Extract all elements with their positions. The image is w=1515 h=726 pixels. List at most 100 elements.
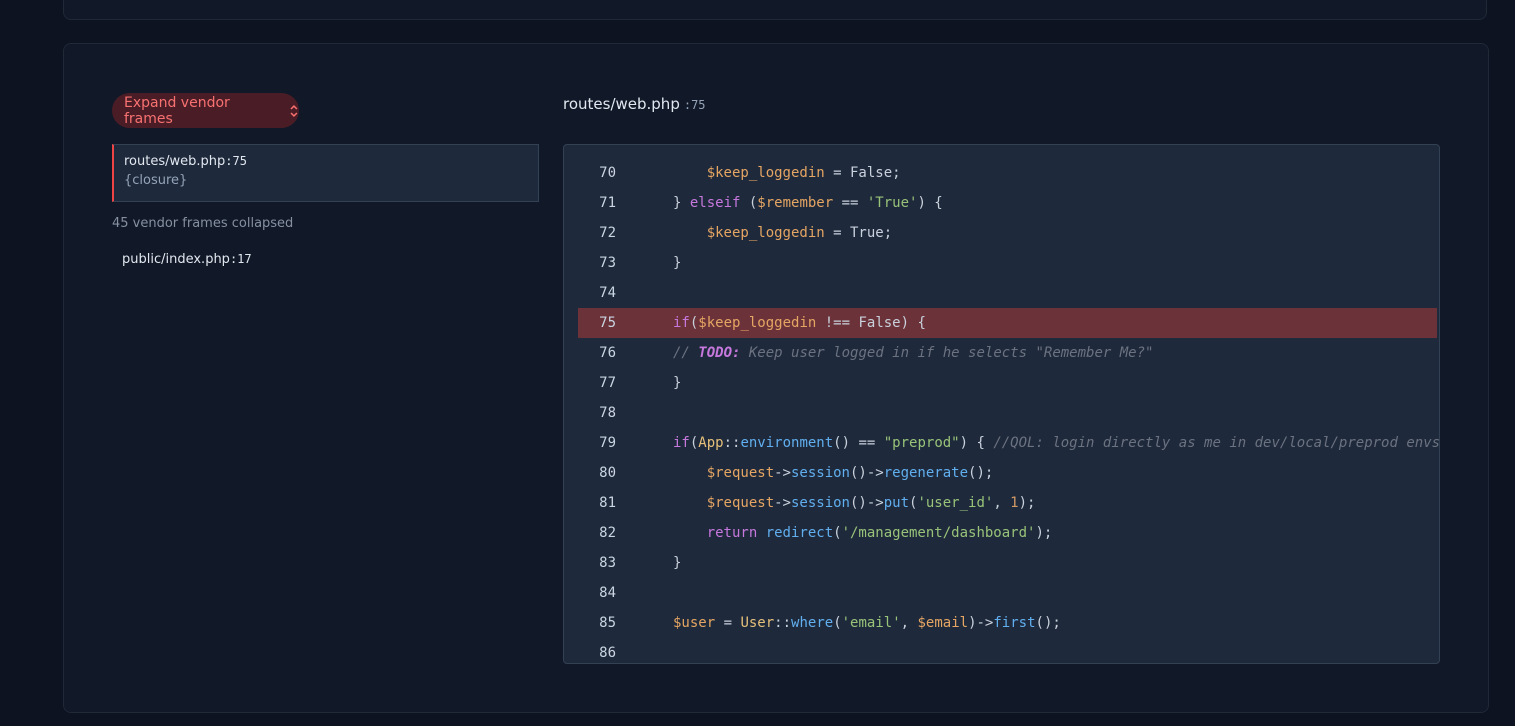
line-number: 86 — [599, 645, 616, 661]
line-source: if(App::environment() == "preprod") { //… — [673, 428, 1440, 458]
line-number: 79 — [599, 435, 616, 451]
code-token: $request — [706, 495, 775, 511]
code-token: elseif — [689, 195, 741, 211]
code-token: = True; — [824, 225, 893, 241]
code-line: 70 $keep_loggedin = False; — [578, 158, 1437, 188]
code-token: = False; — [824, 165, 901, 181]
code-token: $user — [673, 615, 716, 631]
line-source: // TODO: Keep user logged in if he selec… — [673, 338, 1153, 368]
code-token: ); — [1035, 525, 1053, 541]
line-source: if($keep_loggedin !== False) { — [673, 308, 926, 338]
expand-vendor-frames-label: Expand vendor frames — [124, 94, 230, 127]
code-token: $email — [917, 615, 969, 631]
code-line: 82 return redirect('/management/dashboard… — [578, 518, 1437, 548]
code-token: (); — [1035, 615, 1061, 631]
line-source: $keep_loggedin = True; — [707, 218, 892, 248]
code-token: Keep user logged in if he selects "Remem… — [740, 345, 1154, 361]
code-token: 'user_id' — [917, 495, 994, 511]
stack-frame-function: {closure} — [124, 173, 188, 188]
line-number: 84 — [599, 585, 616, 601]
code-token: regenerate — [883, 465, 969, 481]
code-token: first — [993, 615, 1036, 631]
line-number: 83 — [599, 555, 616, 571]
code-view-title: routes/web.php:75 — [563, 95, 706, 113]
code-line: 76 // TODO: Keep user logged in if he sel… — [578, 338, 1437, 368]
line-number: 72 — [599, 225, 616, 241]
code-line: 78 — [578, 398, 1437, 428]
code-token: -> — [774, 495, 791, 511]
line-number: 71 — [599, 195, 616, 211]
code-line: 72 $keep_loggedin = True; — [578, 218, 1437, 248]
line-source: $request->session()->put('user_id', 1); — [707, 488, 1036, 518]
code-token: , — [900, 615, 918, 631]
code-line: 84 — [578, 578, 1437, 608]
stack-frame-file: public/index.php — [122, 252, 230, 267]
stack-frame-file: routes/web.php — [124, 154, 226, 169]
code-token: ) { — [959, 435, 994, 451]
stack-frame-line: :17 — [229, 252, 252, 266]
code-token: "preprod" — [883, 435, 960, 451]
code-token: //QOL: login directly as me in dev/local… — [993, 435, 1440, 451]
code-line: 71 } elseif ($remember == 'True') { — [578, 188, 1437, 218]
line-source: $keep_loggedin = False; — [707, 158, 901, 188]
code-token: ()-> — [850, 495, 884, 511]
code-token: session — [790, 465, 850, 481]
line-number: 74 — [599, 285, 616, 301]
line-number: 75 — [599, 315, 616, 331]
code-snippet: 70 $keep_loggedin = False; 71} elseif ($re… — [563, 144, 1440, 664]
stack-frame-active[interactable]: routes/web.php:75 {closure} — [112, 144, 539, 202]
expand-vendor-frames-button[interactable]: Expand vendor frames — [112, 93, 299, 128]
code-token: ()-> — [850, 465, 884, 481]
code-token: '/management/dashboard' — [841, 525, 1036, 541]
code-token: ( — [833, 525, 842, 541]
line-source: } — [673, 248, 681, 278]
code-line: 85 $user = User::where('email', $email)->… — [578, 608, 1437, 638]
line-source: } elseif ($remember == 'True') { — [673, 188, 943, 218]
stack-frame-line: :75 — [225, 154, 247, 168]
code-token: )-> — [968, 615, 994, 631]
code-line: 79 if(App::environment() == "preprod") { … — [578, 428, 1440, 458]
code-token: environment — [740, 435, 834, 451]
code-token: where — [791, 615, 834, 631]
code-token: redirect — [765, 525, 834, 541]
stack-frame-location: routes/web.php:75 — [124, 154, 538, 169]
line-number: 70 — [599, 165, 616, 181]
code-token: :: — [723, 435, 741, 451]
code-token: return — [706, 525, 758, 541]
line-number: 82 — [599, 525, 616, 541]
code-token: $remember — [757, 195, 834, 211]
code-token: ) { — [917, 195, 943, 211]
code-token: TODO: — [698, 345, 741, 361]
line-number: 81 — [599, 495, 616, 511]
line-number: 80 — [599, 465, 616, 481]
code-token: if — [673, 435, 690, 451]
code-line: 73} — [578, 248, 1437, 278]
code-view-file: routes/web.php — [563, 95, 680, 113]
previous-panel — [63, 0, 1487, 20]
line-number: 85 — [599, 615, 616, 631]
code-view-line: :75 — [683, 98, 706, 112]
code-line: 80 $request->session()->regenerate(); — [578, 458, 1437, 488]
code-token: if — [673, 315, 690, 331]
code-token: ); — [1018, 495, 1036, 511]
line-source: return redirect('/management/dashboard')… — [707, 518, 1053, 548]
code-token: } — [673, 255, 682, 271]
code-token: } — [673, 375, 682, 391]
line-source: $user = User::where('email', $email)->fi… — [673, 608, 1061, 638]
code-token: $keep_loggedin — [698, 315, 817, 331]
code-token: App — [698, 435, 724, 451]
code-token: (); — [968, 465, 994, 481]
code-token: put — [883, 495, 910, 511]
code-line: 74 — [578, 278, 1437, 308]
stack-frame-public-index[interactable]: public/index.php:17 — [122, 252, 252, 267]
code-token: 'email' — [841, 615, 901, 631]
code-line: 83} — [578, 548, 1437, 578]
code-token: $keep_loggedin — [706, 165, 825, 181]
code-token: } — [673, 195, 690, 211]
line-number: 73 — [599, 255, 616, 271]
line-source: } — [673, 368, 681, 398]
chevron-up-down-icon — [290, 104, 298, 117]
code-token: $keep_loggedin — [706, 225, 825, 241]
code-token: !== False) { — [816, 315, 926, 331]
